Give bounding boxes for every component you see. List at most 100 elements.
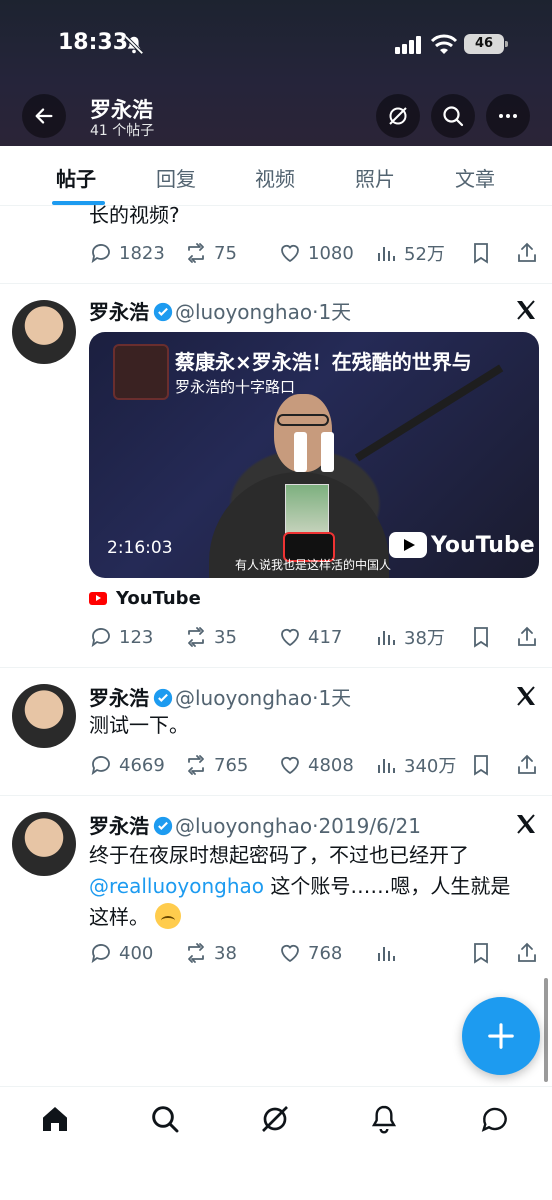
grok-button[interactable] [376, 94, 420, 138]
profile-header: 18:33 46 罗永浩 41 个帖子 [0, 0, 552, 146]
tab-photos[interactable]: 照片 [355, 163, 395, 192]
reply-button[interactable]: 1823 [89, 238, 165, 268]
views-button[interactable]: 340万 [374, 750, 456, 780]
scrollbar[interactable] [544, 978, 548, 1082]
reply-button[interactable]: 400 [89, 938, 153, 968]
views-button[interactable]: 38万 [374, 622, 445, 652]
signal-icon [395, 36, 421, 54]
views-chart-icon [378, 947, 395, 961]
share-icon[interactable] [515, 625, 539, 649]
plus-icon [488, 1023, 514, 1049]
author-handle[interactable]: @luoyonghao [175, 686, 312, 710]
like-count: 1080 [308, 242, 354, 264]
repost-button[interactable]: 765 [184, 750, 248, 780]
repost-button[interactable]: 35 [184, 622, 237, 652]
author-name[interactable]: 罗永浩 [89, 686, 149, 710]
video-channel-thumbnail [113, 344, 169, 400]
more-button[interactable] [486, 94, 530, 138]
profile-tabs: 帖子 回复 视频 照片 文章 [0, 146, 552, 206]
views-button[interactable] [374, 938, 404, 968]
like-count: 768 [308, 942, 343, 964]
tab-posts[interactable]: 帖子 [56, 163, 96, 192]
views-count: 38万 [404, 628, 445, 649]
pause-button[interactable] [294, 432, 334, 476]
battery-indicator: 46 [464, 34, 508, 54]
bookmark-icon[interactable] [469, 241, 493, 265]
search-button[interactable] [431, 94, 475, 138]
search-icon[interactable] [149, 1103, 181, 1135]
post-count: 41 个帖子 [90, 123, 155, 139]
youtube-watermark: YouTube [389, 530, 535, 560]
tweet-actions: 123 35 417 38万 [89, 622, 539, 652]
author-name[interactable]: 罗永浩 [89, 814, 149, 838]
share-icon[interactable] [515, 941, 539, 965]
home-icon[interactable] [39, 1103, 71, 1135]
like-count: 4808 [308, 754, 354, 776]
status-time: 18:33 [58, 30, 129, 55]
bookmark-icon[interactable] [469, 625, 493, 649]
tweet-actions: 4669 765 4808 340万 [89, 750, 539, 780]
heart-icon [281, 628, 299, 647]
avatar[interactable] [12, 812, 76, 876]
tab-replies[interactable]: 回复 [156, 163, 196, 192]
messages-icon[interactable] [479, 1103, 511, 1135]
link-source[interactable]: YouTube [89, 588, 201, 609]
avatar[interactable] [12, 684, 76, 748]
author-handle[interactable]: @luoyonghao [175, 814, 312, 838]
tweet-text: 测试一下。 [89, 713, 189, 737]
repost-count: 35 [214, 626, 237, 648]
top-bar: 罗永浩 41 个帖子 [0, 92, 552, 140]
bookmark-icon[interactable] [469, 753, 493, 777]
author-name[interactable]: 罗永浩 [89, 300, 149, 324]
share-icon[interactable] [515, 753, 539, 777]
tweet-date[interactable]: 1天 [318, 300, 351, 324]
like-count: 417 [308, 626, 343, 648]
views-button[interactable]: 52万 [374, 238, 445, 268]
tweet[interactable]: 罗永浩 @luoyonghao·2019/6/21 终于在夜尿时想起密码了，不过也… [0, 796, 552, 986]
share-icon[interactable] [515, 241, 539, 265]
heart-icon [281, 756, 299, 775]
repost-button[interactable]: 75 [184, 238, 237, 268]
video-player[interactable]: 蔡康永×罗永浩！在残酷的世界与 罗永浩的十字路口 2:16:03 YouTube… [89, 332, 539, 578]
tweet[interactable]: 罗永浩 @luoyonghao·1天 测试一下。 4669 765 4808 34… [0, 668, 552, 796]
x-logo-icon [517, 814, 535, 834]
like-button[interactable]: 768 [278, 938, 342, 968]
more-dots-icon [499, 114, 517, 118]
author-handle[interactable]: @luoyonghao [175, 300, 312, 324]
like-button[interactable]: 417 [278, 622, 342, 652]
back-button[interactable] [22, 94, 66, 138]
repost-count: 38 [214, 942, 237, 964]
grok-icon [389, 107, 407, 125]
heart-icon [281, 944, 299, 963]
link-source-label: YouTube [116, 588, 201, 609]
tab-articles[interactable]: 文章 [455, 163, 495, 192]
tweet-actions: 400 38 768 [89, 938, 539, 968]
x-logo-icon [517, 686, 535, 706]
repost-button[interactable]: 38 [184, 938, 237, 968]
tweet-header: 罗永浩 @luoyonghao·1天 [89, 682, 351, 710]
grok-icon[interactable] [259, 1103, 291, 1135]
video-title: 蔡康永×罗永浩！在残酷的世界与 [175, 350, 472, 374]
reply-count: 400 [119, 942, 154, 964]
mention-link[interactable]: @realluoyonghao [89, 874, 264, 898]
bookmark-icon[interactable] [469, 941, 493, 965]
tweet-date[interactable]: 1天 [318, 686, 351, 710]
views-chart-icon [378, 759, 395, 773]
bell-off-icon [124, 35, 144, 55]
reply-count: 1823 [119, 242, 165, 264]
tweet-date[interactable]: 2019/6/21 [318, 814, 421, 838]
tweet-text: 终于在夜尿时想起密码了，不过也已经开了 @realluoyonghao 这个账号… [89, 843, 511, 929]
notifications-bell-icon[interactable] [368, 1103, 400, 1135]
reply-button[interactable]: 4669 [89, 750, 165, 780]
views-count: 340万 [404, 756, 457, 777]
compose-post-button[interactable] [462, 997, 540, 1075]
views-chart-icon [378, 247, 395, 261]
avatar[interactable] [12, 300, 76, 364]
tweet[interactable]: 长的视频? 1823 75 1080 52万 [0, 203, 552, 284]
upside-down-face-emoji-icon [155, 903, 182, 929]
like-button[interactable]: 4808 [278, 750, 354, 780]
reply-button[interactable]: 123 [89, 622, 153, 652]
tweet[interactable]: 罗永浩 @luoyonghao·1天 蔡康永×罗永浩！在残酷的世界与 罗永浩的十字… [0, 284, 552, 668]
like-button[interactable]: 1080 [278, 238, 354, 268]
tab-videos[interactable]: 视频 [255, 163, 295, 192]
